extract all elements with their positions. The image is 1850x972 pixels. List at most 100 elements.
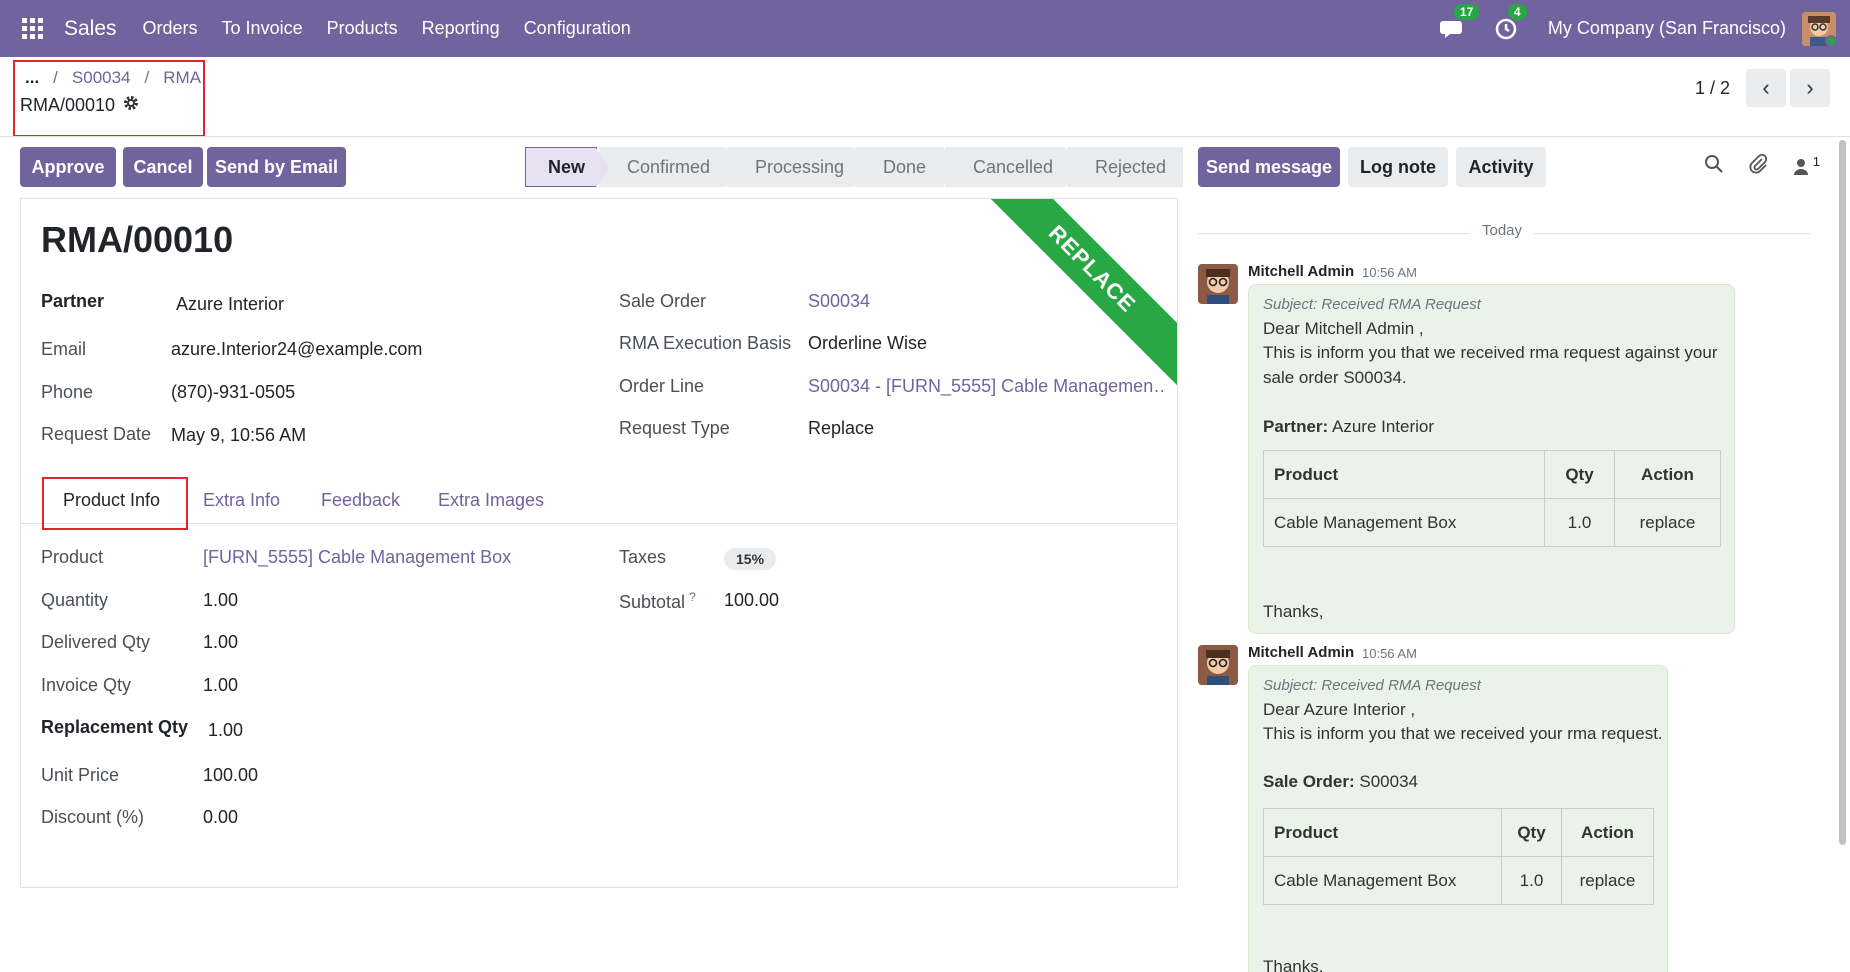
- subtotal-field: 100.00: [724, 590, 780, 610]
- paperclip-icon[interactable]: [1748, 153, 1768, 180]
- tab-extra-info[interactable]: Extra Info: [203, 476, 280, 524]
- approve-button[interactable]: Approve: [20, 147, 116, 187]
- request-type-field[interactable]: Replace: [808, 418, 874, 439]
- menu-configuration[interactable]: Configuration: [524, 18, 631, 39]
- unit-price-label: Unit Price: [41, 765, 120, 785]
- status-bar: New Confirmed Processing Done Cancelled …: [525, 147, 1185, 188]
- pager-previous-button[interactable]: ‹: [1746, 69, 1786, 107]
- breadcrumb: ... / S00034 / RMA: [25, 68, 202, 88]
- form-sheet: REPLACE RMA/00010 Partner Azure Interior…: [20, 198, 1178, 888]
- replace-ribbon: REPLACE: [973, 199, 1177, 388]
- stage-processing[interactable]: Processing: [727, 147, 867, 187]
- stage-cancelled[interactable]: Cancelled: [945, 147, 1079, 187]
- stage-done[interactable]: Done: [855, 147, 957, 187]
- menu-orders[interactable]: Orders: [143, 18, 198, 39]
- top-navbar: Sales Orders To Invoice Products Reporti…: [0, 0, 1850, 57]
- table-header: Action: [1561, 808, 1654, 857]
- tax-badge[interactable]: 15%: [724, 548, 777, 570]
- product-field[interactable]: [FURN_5555] Cable Management Box: [203, 547, 511, 568]
- request-type-label: Request Type: [619, 418, 730, 438]
- message-author[interactable]: Mitchell Admin: [1248, 644, 1354, 661]
- sale-order-field[interactable]: S00034: [808, 291, 870, 312]
- log-note-button[interactable]: Log note: [1348, 147, 1448, 187]
- tab-feedback[interactable]: Feedback: [321, 476, 400, 524]
- request-date-field[interactable]: May 9, 10:56 AM: [171, 425, 306, 446]
- phone-label: Phone: [41, 382, 94, 402]
- stage-new[interactable]: New: [525, 147, 610, 188]
- message-bubble: Subject: Received RMA Request Dear Mitch…: [1248, 284, 1735, 634]
- rma-execution-basis-label: RMA Execution Basis: [619, 333, 792, 353]
- subtotal-label: Subtotal?: [619, 590, 696, 613]
- gear-icon[interactable]: [123, 95, 139, 116]
- user-avatar[interactable]: [1802, 11, 1836, 46]
- chevron-left-icon: ‹: [1762, 75, 1770, 100]
- stage-confirmed[interactable]: Confirmed: [599, 147, 739, 187]
- table-cell: Cable Management Box: [1263, 498, 1545, 547]
- message-author[interactable]: Mitchell Admin: [1248, 263, 1354, 280]
- table-row: Cable Management Box 1.0 replace: [1263, 856, 1654, 905]
- tab-extra-images[interactable]: Extra Images: [438, 476, 544, 524]
- notebook-tabs: Product Info Extra Info Feedback Extra I…: [21, 476, 1177, 524]
- message-table: Product Qty Action Cable Management Box …: [1263, 808, 1654, 905]
- send-by-email-button[interactable]: Send by Email: [207, 147, 346, 187]
- message-greeting: Dear Mitchell Admin ,: [1263, 319, 1424, 338]
- message-time: 10:56 AM: [1362, 646, 1417, 661]
- chatter-tools: 1: [1704, 153, 1820, 180]
- app-name[interactable]: Sales: [64, 17, 117, 41]
- invoice-qty-field[interactable]: 1.00: [203, 675, 238, 696]
- tab-highlight: [42, 477, 188, 530]
- order-line-label: Order Line: [619, 376, 705, 396]
- email-field[interactable]: azure.Interior24@example.com: [171, 339, 422, 360]
- message-info-value: Azure Interior: [1331, 417, 1435, 436]
- rma-execution-basis-field[interactable]: Orderline Wise: [808, 333, 927, 354]
- activities-badge: 4: [1507, 3, 1527, 20]
- form-title: RMA/00010: [41, 219, 234, 260]
- unit-price-field[interactable]: 100.00: [203, 765, 258, 786]
- breadcrumb-ellipsis[interactable]: ...: [25, 68, 39, 88]
- message-closing: Thanks,: [1263, 602, 1324, 621]
- menu-to-invoice[interactable]: To Invoice: [222, 18, 303, 39]
- breadcrumb-item-rma[interactable]: RMA: [163, 68, 201, 88]
- search-icon[interactable]: [1704, 154, 1724, 179]
- followers-icon[interactable]: 1: [1792, 154, 1820, 176]
- quantity-label: Quantity: [41, 590, 109, 610]
- discount-field[interactable]: 0.00: [203, 807, 238, 828]
- taxes-label: Taxes: [619, 547, 667, 567]
- avatar[interactable]: [1198, 645, 1238, 685]
- stage-rejected[interactable]: Rejected: [1067, 147, 1183, 187]
- avatar[interactable]: [1198, 264, 1238, 304]
- partner-label: Partner: [41, 291, 105, 311]
- messages-icon[interactable]: 17: [1439, 3, 1480, 42]
- table-cell: Cable Management Box: [1263, 856, 1502, 905]
- message-line: This is inform you that we received your…: [1263, 724, 1663, 743]
- menu-reporting[interactable]: Reporting: [422, 18, 500, 39]
- activities-clock-icon[interactable]: 4: [1494, 3, 1527, 42]
- followers-count: 1: [1812, 153, 1820, 169]
- activity-button[interactable]: Activity: [1456, 147, 1546, 187]
- chatter-scrollbar[interactable]: [1839, 140, 1846, 845]
- today-separator: Today: [1198, 222, 1810, 244]
- quantity-field[interactable]: 1.00: [203, 590, 238, 611]
- message-time: 10:56 AM: [1362, 265, 1417, 280]
- order-line-field[interactable]: S00034 - [FURN_5555] Cable Managemen…: [808, 376, 1163, 397]
- subtotal-label-text: Subtotal: [619, 592, 686, 612]
- product-label: Product: [41, 547, 104, 567]
- message-subject: Subject: Received RMA Request: [1263, 677, 1481, 694]
- help-tooltip-icon[interactable]: ?: [689, 590, 696, 604]
- pager-value[interactable]: 1 / 2: [1695, 78, 1730, 99]
- apps-menu-icon[interactable]: [22, 17, 44, 40]
- replacement-qty-field[interactable]: 1.00: [208, 720, 243, 741]
- cancel-button[interactable]: Cancel: [123, 147, 203, 187]
- send-message-button[interactable]: Send message: [1198, 147, 1340, 187]
- breadcrumb-item-sale-order[interactable]: S00034: [72, 68, 131, 88]
- pager-next-button[interactable]: ›: [1790, 69, 1830, 107]
- table-row: Cable Management Box 1.0 replace: [1263, 498, 1721, 547]
- partner-field[interactable]: Azure Interior: [176, 294, 284, 315]
- message-subject: Subject: Received RMA Request: [1263, 296, 1481, 313]
- delivered-qty-label: Delivered Qty: [41, 632, 151, 652]
- company-switcher[interactable]: My Company (San Francisco): [1548, 18, 1786, 39]
- menu-products[interactable]: Products: [327, 18, 398, 39]
- delivered-qty-field[interactable]: 1.00: [203, 632, 238, 653]
- phone-field[interactable]: (870)-931-0505: [171, 382, 295, 403]
- table-cell: replace: [1561, 856, 1654, 905]
